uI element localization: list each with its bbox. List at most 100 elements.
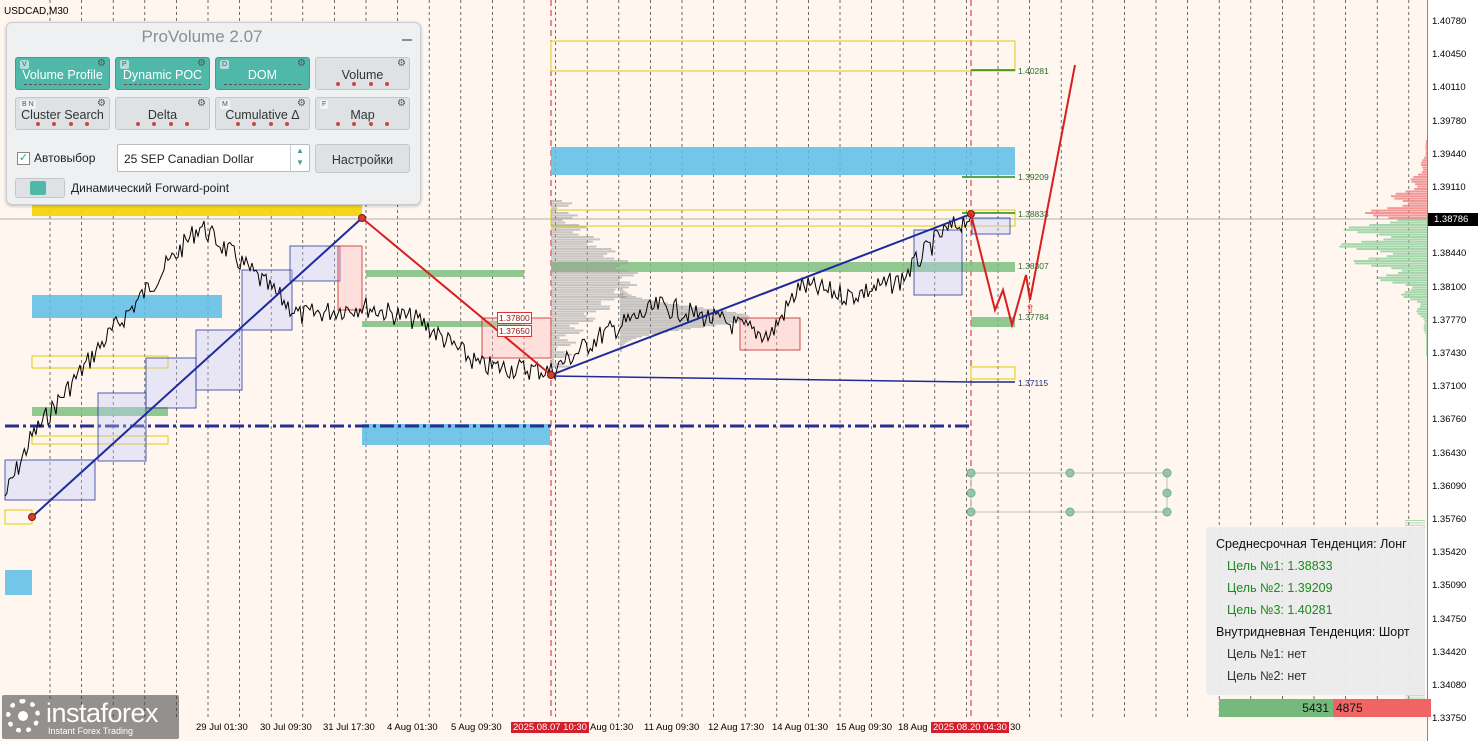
autoselect-checkbox[interactable]: ✓ Автовыбор — [17, 151, 95, 165]
indicator-dots — [336, 82, 389, 86]
profile-bar — [1395, 192, 1427, 195]
profile-bar — [1353, 260, 1427, 262]
chart-window[interactable]: ⇧ USDCAD,M30 ProVolume 2.07 V ⚙ Volume Pro… — [0, 0, 1480, 741]
hotkey-badge: M — [220, 100, 230, 109]
profile-bar — [551, 310, 597, 313]
gear-icon[interactable]: ⚙ — [97, 99, 106, 109]
profile-bar — [620, 304, 679, 306]
gear-icon[interactable]: ⚙ — [197, 59, 206, 69]
volume-button[interactable]: ⚙ Volume — [315, 57, 410, 90]
time-tick: 12 Aug 17:30 — [708, 722, 764, 733]
instrument-select[interactable]: 25 SEP Canadian Dollar ▲ ▼ — [117, 144, 310, 172]
profile-bar — [551, 284, 638, 286]
profile-bar — [1368, 257, 1427, 260]
volume-profile-button[interactable]: V ⚙ Volume Profile — [15, 57, 110, 90]
hotkey-badge: B N — [20, 100, 36, 109]
hotkey-badge: P — [120, 60, 129, 69]
forecast-line — [970, 64, 1076, 329]
value-area-band — [5, 570, 32, 595]
dynamic-poc-button[interactable]: P ⚙ Dynamic POC — [115, 57, 210, 90]
profile-bar — [551, 214, 578, 217]
profile-bar — [551, 267, 616, 270]
gear-icon[interactable]: ⚙ — [397, 59, 406, 69]
price-tick: 1.35090 — [1432, 580, 1467, 592]
profile-bar — [1390, 195, 1427, 198]
checkmark-icon: ✓ — [17, 151, 30, 165]
profile-bar — [551, 245, 597, 248]
profile-bar — [1361, 240, 1427, 243]
dom-button[interactable]: D ⚙ DOM — [215, 57, 310, 90]
profile-bar — [551, 221, 566, 224]
profile-bar — [551, 226, 587, 229]
profile-bar — [1417, 308, 1427, 310]
profile-bar — [551, 238, 601, 241]
forward-point-toggle[interactable] — [15, 178, 65, 198]
forecast-path: ⇧ — [970, 64, 1076, 329]
button-label: Cumulative Δ — [225, 107, 300, 122]
swing-point — [358, 214, 366, 222]
profile-bar — [1402, 200, 1427, 202]
profile-bar — [1380, 279, 1427, 282]
profile-bar — [620, 292, 629, 295]
profile-bar — [1410, 298, 1427, 301]
profile-bar — [551, 252, 608, 255]
profile-bar — [1402, 204, 1427, 207]
profile-bar — [1386, 255, 1427, 258]
time-tick: 2025.08.07 10:30 — [511, 722, 589, 733]
gear-icon[interactable]: ⚙ — [297, 59, 306, 69]
minimize-icon[interactable] — [402, 39, 412, 41]
level-label-poc1: 1.37800 — [497, 312, 532, 324]
profile-bar — [1356, 248, 1427, 250]
gear-icon[interactable]: ⚙ — [397, 99, 406, 109]
gear-icon[interactable]: ⚙ — [197, 99, 206, 109]
profile-bar — [551, 276, 623, 279]
profile-bar — [1348, 226, 1427, 229]
button-label: Cluster Search — [21, 107, 104, 122]
time-tick: 31 Jul 17:30 — [323, 722, 375, 733]
profile-bar — [1419, 305, 1427, 308]
profile-bar — [620, 302, 668, 304]
profile-bar — [620, 337, 637, 339]
time-tick: 18 Aug — [898, 722, 928, 733]
time-tick: 14 Aug 01:30 — [772, 722, 828, 733]
settings-button[interactable]: Настройки — [315, 144, 410, 173]
profile-bar — [620, 326, 704, 328]
button-label: Delta — [147, 107, 178, 122]
profile-bar — [1383, 238, 1427, 241]
profile-bar — [551, 264, 619, 267]
delta-button[interactable]: ⚙ Delta — [115, 97, 210, 130]
map-button[interactable]: F ⚙ Map — [315, 97, 410, 130]
profile-bar — [551, 348, 555, 351]
time-tick: 29 Jul 01:30 — [196, 722, 248, 733]
profile-bar — [1417, 312, 1427, 315]
logo-tagline: Instant Forex Trading — [48, 726, 134, 736]
hotkey-badge: D — [220, 60, 230, 69]
level-label-5: 1.37784 — [1018, 312, 1049, 322]
profile-bar — [551, 358, 554, 361]
price-tick: 1.37770 — [1432, 314, 1467, 326]
price-tick: 1.38440 — [1432, 248, 1467, 260]
profile-bar — [1410, 288, 1427, 291]
profile-bar — [1407, 202, 1427, 205]
profile-bar — [551, 288, 616, 291]
level-label-4: 1.38307 — [1018, 261, 1049, 271]
profile-bar — [1391, 267, 1427, 270]
spinner-arrows-icon[interactable]: ▲ ▼ — [290, 145, 309, 171]
cumulative-delta-button[interactable]: M ⚙ Cumulative Δ — [215, 97, 310, 130]
gear-logo-icon — [6, 699, 40, 733]
profile-bar — [1387, 207, 1427, 210]
price-tick: 1.34750 — [1432, 613, 1467, 625]
profile-bar — [551, 365, 570, 368]
long-target-3: Цель №3: 1.40281 — [1227, 603, 1333, 617]
price-tick: 1.39780 — [1432, 115, 1467, 127]
provolume-panel[interactable]: ProVolume 2.07 V ⚙ Volume Profile P ⚙ Dynamic… — [6, 22, 421, 205]
profile-bar — [551, 312, 585, 315]
profile-bar — [620, 323, 727, 325]
profile-bar — [551, 308, 610, 310]
cluster-search-button[interactable]: B N ⚙ Cluster Search — [15, 97, 110, 130]
gear-icon[interactable]: ⚙ — [297, 99, 306, 109]
time-tick: Aug 01:30 — [590, 722, 634, 733]
gear-icon[interactable]: ⚙ — [97, 59, 106, 69]
logo-name: instaforex — [46, 698, 159, 728]
profile-bar — [551, 339, 568, 342]
